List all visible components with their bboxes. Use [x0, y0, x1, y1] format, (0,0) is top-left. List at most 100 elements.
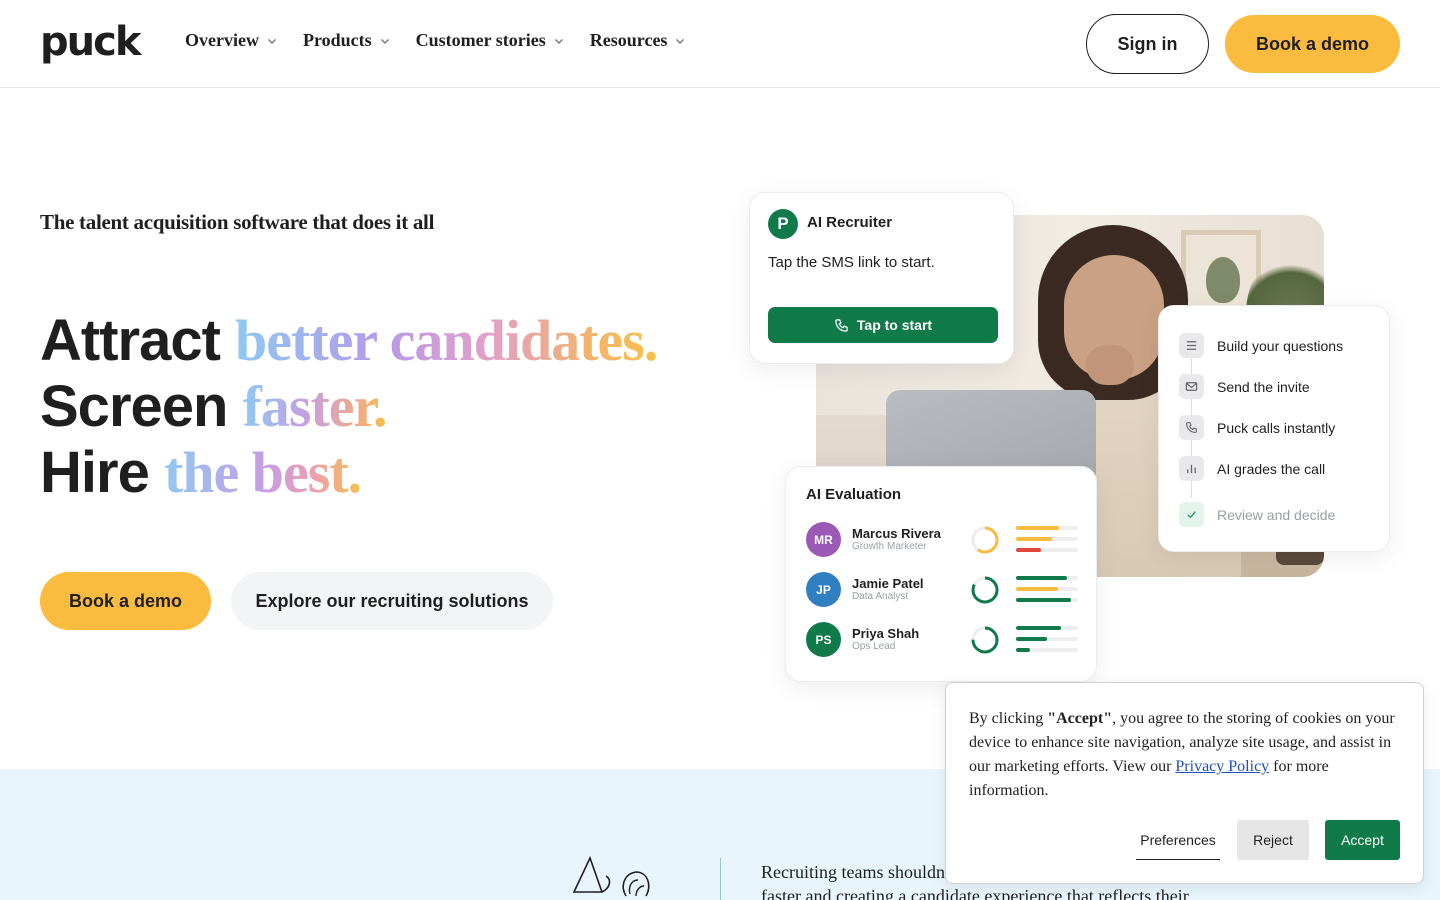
- cookie-prefix: By clicking: [969, 710, 1048, 727]
- score-bar-fill: [1016, 526, 1060, 530]
- band-divider: [720, 858, 721, 900]
- score-bar-track: [1016, 598, 1078, 602]
- score-bar-fill: [1016, 598, 1071, 602]
- candidate-row: PS Priya Shah Ops Lead: [806, 622, 1081, 658]
- step-send-invite: Send the invite: [1179, 374, 1310, 399]
- puck-p-logo-icon: P: [768, 209, 798, 239]
- score-bar-fill: [1016, 648, 1030, 652]
- cookie-accept-button[interactable]: Accept: [1325, 820, 1400, 860]
- candidate-avatar: PS: [806, 622, 841, 657]
- score-bar-fill: [1016, 548, 1041, 552]
- score-ring: [971, 626, 999, 654]
- score-bar-fill: [1016, 537, 1052, 541]
- mail-icon: [1179, 374, 1204, 399]
- step-label: AI grades the call: [1217, 460, 1326, 477]
- ai-evaluation-title: AI Evaluation: [806, 486, 902, 503]
- candidate-row: MR Marcus Rivera Growth Marketer: [806, 522, 1081, 558]
- score-bar-track: [1016, 587, 1078, 591]
- ai-recruiter-title: AI Recruiter: [807, 214, 893, 231]
- nav-label: Customer stories: [415, 30, 546, 50]
- nav-overview[interactable]: Overview: [185, 30, 277, 51]
- nav-products[interactable]: Products: [303, 30, 390, 51]
- score-bars: [1016, 576, 1078, 604]
- headline-highlight: faster.: [242, 374, 388, 439]
- step-label: Build your questions: [1217, 337, 1344, 354]
- score-bars: [1016, 626, 1078, 654]
- photo-person-hand: [1086, 345, 1134, 385]
- megaphone-illustration-icon: [572, 855, 650, 897]
- score-bar-track: [1016, 648, 1078, 652]
- chevron-down-icon: [267, 38, 276, 44]
- score-bar-fill: [1016, 637, 1047, 641]
- phone-icon: [835, 318, 848, 332]
- check-icon: [1179, 502, 1204, 527]
- explore-solutions-button[interactable]: Explore our recruiting solutions: [231, 572, 553, 630]
- score-bar-fill: [1016, 587, 1059, 591]
- step-label: Send the invite: [1217, 378, 1310, 395]
- candidate-row: JP Jamie Patel Data Analyst: [806, 572, 1081, 608]
- candidate-name: Jamie Patel: [852, 576, 924, 591]
- chevron-down-icon: [380, 38, 389, 44]
- tap-to-start-button[interactable]: Tap to start: [768, 307, 998, 343]
- nav-label: Resources: [589, 30, 668, 50]
- list-icon: [1179, 333, 1204, 358]
- process-steps-card: Build your questions Send the invite Puc…: [1158, 305, 1390, 552]
- photo-art-leaf: [1206, 257, 1240, 303]
- nav-resources[interactable]: Resources: [590, 30, 686, 51]
- candidate-avatar: JP: [806, 572, 841, 607]
- book-demo-button-hero[interactable]: Book a demo: [40, 572, 211, 630]
- score-bar-track: [1016, 576, 1078, 580]
- puck-logo[interactable]: puck: [40, 22, 141, 62]
- headline-plain: Hire: [40, 440, 164, 505]
- phone-icon: [1179, 415, 1204, 440]
- step-label: Review and decide: [1217, 506, 1336, 523]
- nav-label: Overview: [185, 30, 259, 50]
- score-bar-track: [1016, 626, 1078, 630]
- candidate-name: Priya Shah: [852, 626, 920, 641]
- sign-in-button[interactable]: Sign in: [1086, 14, 1209, 74]
- ai-recruiter-card: P AI Recruiter Tap the SMS link to start…: [749, 192, 1014, 364]
- headline-plain: Attract: [40, 308, 236, 373]
- chevron-down-icon: [554, 38, 563, 44]
- nav-label: Products: [302, 30, 372, 50]
- score-bar-track: [1016, 537, 1078, 541]
- headline-line-2: Screen faster.: [40, 374, 657, 440]
- step-puck-calls: Puck calls instantly: [1179, 415, 1335, 440]
- candidate-role: Growth Marketer: [852, 541, 927, 552]
- privacy-policy-link[interactable]: Privacy Policy: [1175, 758, 1269, 775]
- nav-customer-stories[interactable]: Customer stories: [416, 30, 564, 51]
- score-bar-track: [1016, 637, 1078, 641]
- headline-plain: Screen: [40, 374, 243, 439]
- score-ring: [971, 526, 999, 554]
- score-bars: [1016, 526, 1078, 554]
- cookie-accept-quoted: "Accept": [1047, 710, 1113, 727]
- score-bar-fill: [1016, 626, 1061, 630]
- headline-highlight: better candidates.: [235, 308, 658, 373]
- score-ring: [971, 576, 999, 604]
- book-demo-button-header[interactable]: Book a demo: [1225, 15, 1400, 73]
- score-bar-fill: [1016, 576, 1067, 580]
- candidate-role: Data Analyst: [852, 591, 909, 602]
- hero-eyebrow: The talent acquisition software that doe…: [40, 210, 435, 234]
- band-text-line-1: Recruiting teams shouldn't: [761, 862, 954, 882]
- tap-to-start-label: Tap to start: [856, 317, 933, 333]
- score-bar-track: [1016, 526, 1078, 530]
- hero-headline: Attract better candidates. Screen faster…: [40, 308, 658, 506]
- score-bar-track: [1016, 548, 1078, 552]
- candidate-role: Ops Lead: [852, 641, 896, 652]
- headline-line-3: Hire the best.: [40, 440, 657, 506]
- cookie-consent-banner: By clicking "Accept", you agree to the s…: [945, 682, 1424, 884]
- step-build-questions: Build your questions: [1179, 333, 1343, 358]
- bar-chart-icon: [1179, 456, 1204, 481]
- candidate-avatar: MR: [806, 522, 841, 557]
- site-header: puck Overview Products Customer stories …: [0, 0, 1440, 88]
- band-text-line-2: faster and creating a candidate experien…: [761, 886, 1189, 900]
- step-ai-grades: AI grades the call: [1179, 456, 1325, 481]
- cookie-reject-button[interactable]: Reject: [1237, 820, 1309, 860]
- ai-evaluation-card: AI Evaluation MR Marcus Rivera Growth Ma…: [785, 466, 1097, 682]
- step-label: Puck calls instantly: [1217, 419, 1336, 436]
- step-review-decide: Review and decide: [1179, 502, 1335, 527]
- cookie-preferences-button[interactable]: Preferences: [1136, 820, 1220, 860]
- candidate-name: Marcus Rivera: [852, 526, 941, 541]
- ai-recruiter-message: Tap the SMS link to start.: [768, 254, 935, 271]
